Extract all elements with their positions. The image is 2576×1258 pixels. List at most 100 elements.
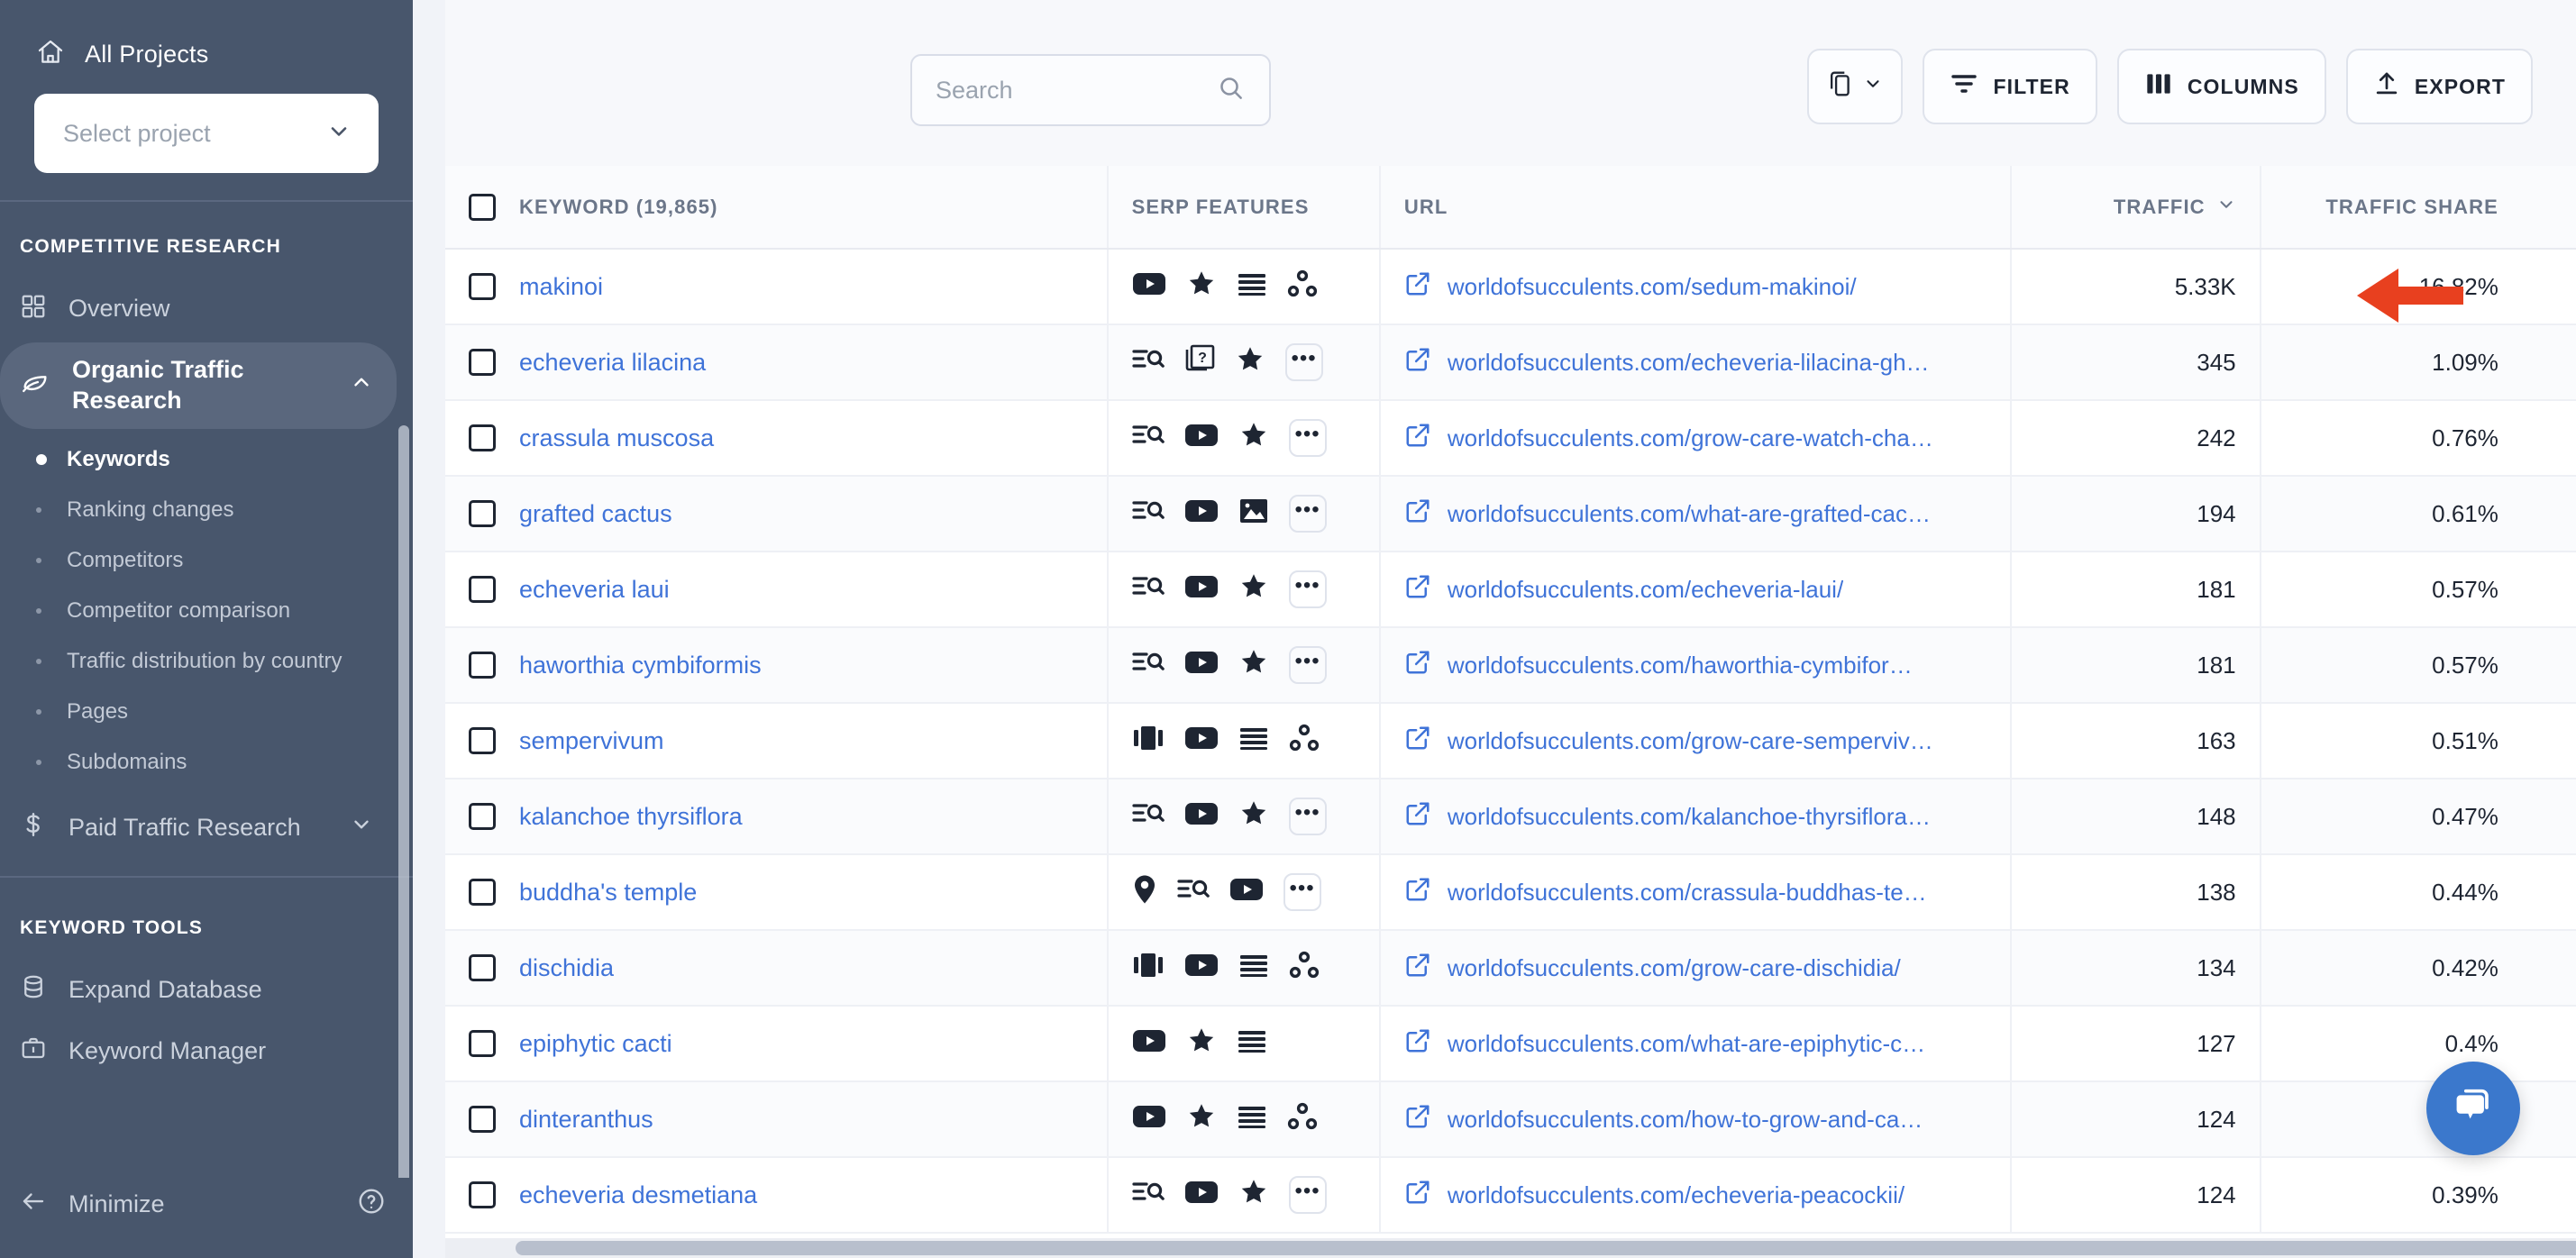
video-icon[interactable] xyxy=(1132,1027,1166,1061)
table-row[interactable]: epiphytic cacti worldofsucculents.com/wha… xyxy=(445,1006,2576,1082)
url-link[interactable]: worldofsucculents.com/how-to-grow-and-ca… xyxy=(1448,1106,1923,1134)
sidebar-item-keywords[interactable]: Keywords xyxy=(0,434,413,485)
sidebar-item-all-projects[interactable]: All Projects xyxy=(0,0,413,77)
more-features-button[interactable]: ••• xyxy=(1288,798,1327,835)
table-row[interactable]: buddha's temple ••• worldofsucculents.com/… xyxy=(445,854,2576,931)
external-link-icon[interactable] xyxy=(1404,1027,1431,1061)
row-checkbox[interactable] xyxy=(469,424,496,451)
url-link[interactable]: worldofsucculents.com/crassula-buddhas-t… xyxy=(1448,879,1927,907)
keyword-link[interactable]: echeveria laui xyxy=(519,576,670,604)
row-checkbox[interactable] xyxy=(469,652,496,679)
horizontal-scrollbar-track[interactable] xyxy=(445,1238,2576,1258)
video-icon[interactable] xyxy=(1184,1179,1219,1212)
url-link[interactable]: worldofsucculents.com/grow-care-sempervi… xyxy=(1448,727,1933,755)
sidebar-item-competitor-comparison[interactable]: Competitor comparison xyxy=(0,586,413,636)
sidebar-item-organic-traffic-research[interactable]: Organic Traffic Research xyxy=(0,342,397,429)
keyword-link[interactable]: sempervivum xyxy=(519,727,664,755)
people-also-ask-icon[interactable]: ? xyxy=(1184,344,1215,381)
column-header-traffic[interactable]: TRAFFIC xyxy=(2011,166,2261,250)
refine-search-icon[interactable] xyxy=(1132,800,1165,834)
column-header-keyword[interactable]: KEYWORD (19,865) xyxy=(445,166,1108,250)
external-link-icon[interactable] xyxy=(1404,800,1431,834)
keyword-link[interactable]: dinteranthus xyxy=(519,1106,653,1134)
star-icon[interactable] xyxy=(1235,344,1265,380)
column-header-url[interactable]: URL xyxy=(1379,166,2013,250)
video-icon[interactable] xyxy=(1229,876,1264,909)
external-link-icon[interactable] xyxy=(1404,876,1431,909)
table-row[interactable]: kalanchoe thyrsiflora ••• worldofsucculent… xyxy=(445,779,2576,855)
star-icon[interactable] xyxy=(1186,1026,1217,1062)
table-row[interactable]: makinoi worldofsucculents.com/sedum-makin… xyxy=(445,249,2576,325)
featured-snippet-icon[interactable] xyxy=(1238,952,1269,985)
url-link[interactable]: worldofsucculents.com/what-are-grafted-c… xyxy=(1448,500,1931,528)
row-checkbox[interactable] xyxy=(469,500,496,527)
row-checkbox[interactable] xyxy=(469,576,496,603)
more-features-button[interactable]: ••• xyxy=(1288,495,1327,533)
url-link[interactable]: worldofsucculents.com/what-are-epiphytic… xyxy=(1448,1030,1925,1058)
url-link[interactable]: worldofsucculents.com/grow-care-dischidi… xyxy=(1448,954,1901,982)
row-checkbox[interactable] xyxy=(469,1181,496,1208)
row-checkbox[interactable] xyxy=(469,349,496,376)
export-button[interactable]: EXPORT xyxy=(2345,49,2533,124)
star-icon[interactable] xyxy=(1186,269,1217,305)
keyword-link[interactable]: grafted cactus xyxy=(519,500,672,528)
video-icon[interactable] xyxy=(1184,800,1219,834)
external-link-icon[interactable] xyxy=(1404,346,1431,379)
chat-widget-button[interactable] xyxy=(2426,1062,2520,1155)
star-icon[interactable] xyxy=(1186,1101,1217,1137)
keyword-link[interactable]: echeveria lilacina xyxy=(519,349,706,377)
video-icon[interactable] xyxy=(1184,497,1219,531)
url-link[interactable]: worldofsucculents.com/kalanchoe-thyrsifl… xyxy=(1448,803,1931,831)
select-all-checkbox[interactable] xyxy=(469,193,496,221)
external-link-icon[interactable] xyxy=(1404,1179,1431,1212)
video-icon[interactable] xyxy=(1184,649,1219,682)
external-link-icon[interactable] xyxy=(1404,573,1431,606)
refine-search-icon[interactable] xyxy=(1132,422,1165,455)
more-features-button[interactable]: ••• xyxy=(1288,419,1327,457)
video-icon[interactable] xyxy=(1184,573,1219,606)
url-link[interactable]: worldofsucculents.com/grow-care-watch-ch… xyxy=(1448,424,1933,452)
keyword-link[interactable]: crassula muscosa xyxy=(519,424,714,452)
sidebar-item-ranking-changes[interactable]: Ranking changes xyxy=(0,485,413,535)
refine-search-icon[interactable] xyxy=(1132,497,1165,531)
table-row[interactable]: sempervivum worldofsucculents.com/grow-ca… xyxy=(445,703,2576,779)
keyword-link[interactable]: dischidia xyxy=(519,954,614,982)
sidebar-item-traffic-distribution-by-country[interactable]: Traffic distribution by country xyxy=(0,636,413,687)
sidebar-item-pages[interactable]: Pages xyxy=(0,687,413,737)
table-row[interactable]: grafted cactus ••• worldofsucculents.com/w… xyxy=(445,476,2576,552)
sidebar-item-subdomains[interactable]: Subdomains xyxy=(0,737,413,788)
keyword-link[interactable]: buddha's temple xyxy=(519,879,697,907)
external-link-icon[interactable] xyxy=(1404,952,1431,985)
url-link[interactable]: worldofsucculents.com/echeveria-laui/ xyxy=(1448,576,1843,604)
featured-snippet-icon[interactable] xyxy=(1237,1027,1267,1061)
sidebar-item-overview[interactable]: Overview xyxy=(0,281,397,337)
external-link-icon[interactable] xyxy=(1404,422,1431,455)
keyword-link[interactable]: haworthia cymbiformis xyxy=(519,652,762,679)
more-features-button[interactable]: ••• xyxy=(1288,646,1327,684)
star-icon[interactable] xyxy=(1238,571,1269,607)
refine-search-icon[interactable] xyxy=(1177,876,1210,909)
minimize-button[interactable]: Minimize xyxy=(0,1178,413,1244)
external-link-icon[interactable] xyxy=(1404,270,1431,304)
keyword-link[interactable]: echeveria desmetiana xyxy=(519,1181,757,1209)
column-header-serp-features[interactable]: SERP FEATURES xyxy=(1106,166,1381,250)
horizontal-scrollbar-thumb[interactable] xyxy=(516,1241,2576,1255)
star-icon[interactable] xyxy=(1238,420,1269,456)
more-features-button[interactable]: ••• xyxy=(1284,343,1323,381)
search-input[interactable]: Search xyxy=(910,54,1271,126)
image-pack-icon[interactable] xyxy=(1238,497,1269,531)
table-row[interactable]: echeveria laui ••• worldofsucculents.com/e… xyxy=(445,552,2576,628)
row-checkbox[interactable] xyxy=(469,803,496,830)
refine-search-icon[interactable] xyxy=(1132,649,1165,682)
external-link-icon[interactable] xyxy=(1404,649,1431,682)
url-link[interactable]: worldofsucculents.com/sedum-makinoi/ xyxy=(1448,273,1857,301)
external-link-icon[interactable] xyxy=(1404,497,1431,531)
more-features-button[interactable]: ••• xyxy=(1288,570,1327,608)
url-link[interactable]: worldofsucculents.com/haworthia-cymbifor… xyxy=(1448,652,1913,679)
star-icon[interactable] xyxy=(1238,798,1269,834)
knowledge-graph-icon[interactable] xyxy=(1289,951,1320,986)
device-toggle-button[interactable] xyxy=(1807,49,1904,124)
video-icon[interactable] xyxy=(1184,952,1219,985)
local-pack-icon[interactable] xyxy=(1132,874,1157,911)
columns-button[interactable]: COLUMNS xyxy=(2116,49,2326,124)
